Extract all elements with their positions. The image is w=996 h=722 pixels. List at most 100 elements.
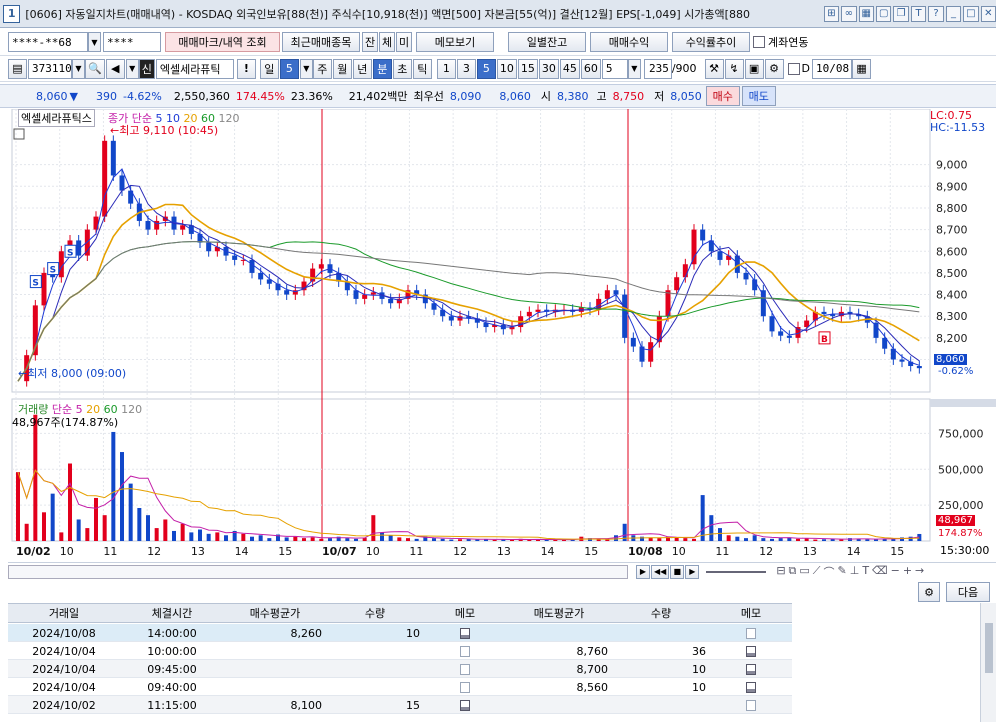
period-3-button[interactable]: 3: [456, 58, 476, 79]
monthly-button[interactable]: 월: [332, 58, 352, 79]
daily-balance-button[interactable]: 일별잔고: [508, 32, 586, 52]
trade-profit-button[interactable]: 매매수익: [590, 32, 668, 52]
grid-scroll-thumb[interactable]: [984, 623, 993, 673]
date-checkbox[interactable]: [787, 62, 800, 75]
recent-trades-button[interactable]: 최근매매종목: [282, 32, 360, 52]
memo-icon[interactable]: [710, 678, 792, 696]
memo-icon[interactable]: [710, 696, 792, 714]
table-row[interactable]: 2024/10/04 10:00:00 8,760 36: [8, 642, 792, 660]
price-volume-chart[interactable]: 9,000 8,900 8,800 8,700 8,600 8,500 8,400 8,300…: [8, 109, 996, 564]
zoom-slider[interactable]: [706, 570, 767, 573]
second-button[interactable]: 초: [392, 58, 412, 79]
col-sell-qty[interactable]: 수량: [612, 604, 710, 622]
forward-icon[interactable]: ▶: [685, 564, 700, 579]
zoom-out-icon[interactable]: ⊟: [776, 564, 785, 580]
password-field[interactable]: ****: [103, 32, 161, 52]
col-trade-date[interactable]: 거래일: [8, 604, 120, 622]
indicator-icon[interactable]: ↯: [724, 58, 744, 79]
memo-icon[interactable]: [424, 642, 506, 660]
plus-icon[interactable]: +: [903, 564, 912, 580]
memo-view-button[interactable]: 메모보기: [416, 32, 494, 52]
daily-dropdown-icon[interactable]: ▼: [299, 58, 313, 79]
scroll-right-icon[interactable]: ▶: [636, 564, 650, 579]
period-5-button[interactable]: 5: [476, 58, 496, 79]
memo-icon[interactable]: [424, 660, 506, 678]
tools-icon[interactable]: ⚒: [704, 58, 724, 79]
period-60-button[interactable]: 60: [580, 58, 601, 79]
period-30-button[interactable]: 30: [538, 58, 559, 79]
memo-icon[interactable]: [710, 642, 792, 660]
stop-icon[interactable]: ■: [670, 564, 685, 579]
daily-value[interactable]: 5: [279, 58, 299, 79]
col-buy-memo[interactable]: 메모: [424, 604, 506, 622]
window-icon[interactable]: ❐: [893, 5, 909, 22]
buy-button[interactable]: 매수: [705, 86, 740, 106]
memo-icon[interactable]: [710, 624, 792, 642]
account-dropdown-icon[interactable]: ▼: [88, 32, 101, 52]
rewind-icon[interactable]: ◀◀: [651, 564, 670, 579]
table-row[interactable]: 2024/10/04 09:45:00 8,700 10: [8, 660, 792, 678]
col-sell-avg[interactable]: 매도평균가: [506, 604, 612, 622]
display-count-field[interactable]: 235: [643, 58, 672, 79]
chart-scrollbar[interactable]: ▶ ◀◀ ■ ▶ ⊟ ⧉ ▭ ⟋ ⌒ ✎ ⊥ T ⌫ − + →: [8, 562, 996, 580]
chart-type-icon[interactable]: ▤: [8, 58, 27, 79]
stock-code-dropdown-icon[interactable]: ▼: [72, 58, 85, 79]
copy-icon[interactable]: ⧉: [789, 564, 797, 580]
minus-icon[interactable]: −: [891, 564, 900, 580]
scroll-track[interactable]: [8, 564, 628, 579]
calendar-icon[interactable]: ▦: [852, 58, 872, 79]
frame-icon[interactable]: ▭: [799, 564, 809, 580]
close-icon[interactable]: ✕: [980, 5, 996, 22]
help-icon[interactable]: ?: [928, 5, 944, 22]
line-icon[interactable]: ⟋: [813, 564, 821, 580]
settings-icon[interactable]: ⚙: [764, 58, 784, 79]
chain-icon[interactable]: ∞: [841, 5, 857, 22]
search-icon[interactable]: 🔍: [85, 58, 105, 79]
maximize-icon[interactable]: □: [963, 5, 979, 22]
stock-code-field[interactable]: 373110: [28, 58, 72, 79]
tick-button[interactable]: 틱: [412, 58, 432, 79]
yearly-button[interactable]: 년: [352, 58, 372, 79]
executed-button[interactable]: 체: [379, 32, 395, 52]
balance-button[interactable]: 잔: [362, 32, 378, 52]
account-link-checkbox[interactable]: [753, 36, 765, 48]
period-count-field[interactable]: 5: [601, 58, 628, 79]
trade-mark-query-button[interactable]: 매매마크/내역 조회: [165, 32, 280, 52]
memo-icon[interactable]: [424, 624, 506, 642]
alert-button[interactable]: !: [236, 58, 256, 79]
next-button[interactable]: 다음: [946, 582, 990, 602]
tile-icon[interactable]: ▢: [875, 5, 892, 22]
speaker-dropdown-icon[interactable]: ▼: [125, 58, 139, 79]
fib-icon[interactable]: ⊥: [850, 564, 860, 580]
arrow-icon[interactable]: →: [915, 564, 924, 580]
period-1-button[interactable]: 1: [436, 58, 456, 79]
pin-icon[interactable]: T: [910, 5, 927, 22]
erase-icon[interactable]: ⌫: [872, 564, 888, 580]
account-field[interactable]: ****-**68: [8, 32, 88, 52]
save-icon[interactable]: ▣: [744, 58, 764, 79]
chart-area[interactable]: 9,000 8,900 8,800 8,700 8,600 8,500 8,400 8,300…: [8, 109, 996, 564]
table-row[interactable]: 2024/10/04 09:40:00 8,560 10: [8, 678, 792, 696]
memo-icon[interactable]: [710, 660, 792, 678]
draw-icon[interactable]: ✎: [838, 564, 847, 580]
col-buy-avg[interactable]: 매수평균가: [224, 604, 326, 622]
memo-icon[interactable]: [424, 678, 506, 696]
text-icon[interactable]: T: [862, 564, 869, 580]
table-row[interactable]: 2024/10/02 11:15:00 8,100 15: [8, 696, 792, 714]
col-exec-time[interactable]: 체결시간: [120, 604, 224, 622]
grid-settings-icon[interactable]: ⚙: [918, 582, 940, 602]
date-field[interactable]: 10/08: [812, 58, 853, 79]
col-sell-memo[interactable]: 메모: [710, 604, 792, 622]
weekly-button[interactable]: 주: [312, 58, 332, 79]
period-count-dropdown-icon[interactable]: ▼: [627, 58, 641, 79]
grid-icon[interactable]: ▦: [858, 5, 874, 22]
minute-button[interactable]: 분: [372, 58, 392, 79]
speaker-icon[interactable]: ◀: [105, 58, 125, 79]
stock-name-field[interactable]: 엑셀세라퓨틱: [155, 58, 234, 79]
grid-scrollbar[interactable]: [980, 603, 996, 722]
minimize-icon[interactable]: _: [945, 5, 962, 22]
sell-button[interactable]: 매도: [741, 86, 776, 106]
daily-button[interactable]: 일: [259, 58, 279, 79]
table-row[interactable]: 2024/10/08 14:00:00 8,260 10: [8, 624, 792, 642]
unexecuted-button[interactable]: 미: [396, 32, 412, 52]
